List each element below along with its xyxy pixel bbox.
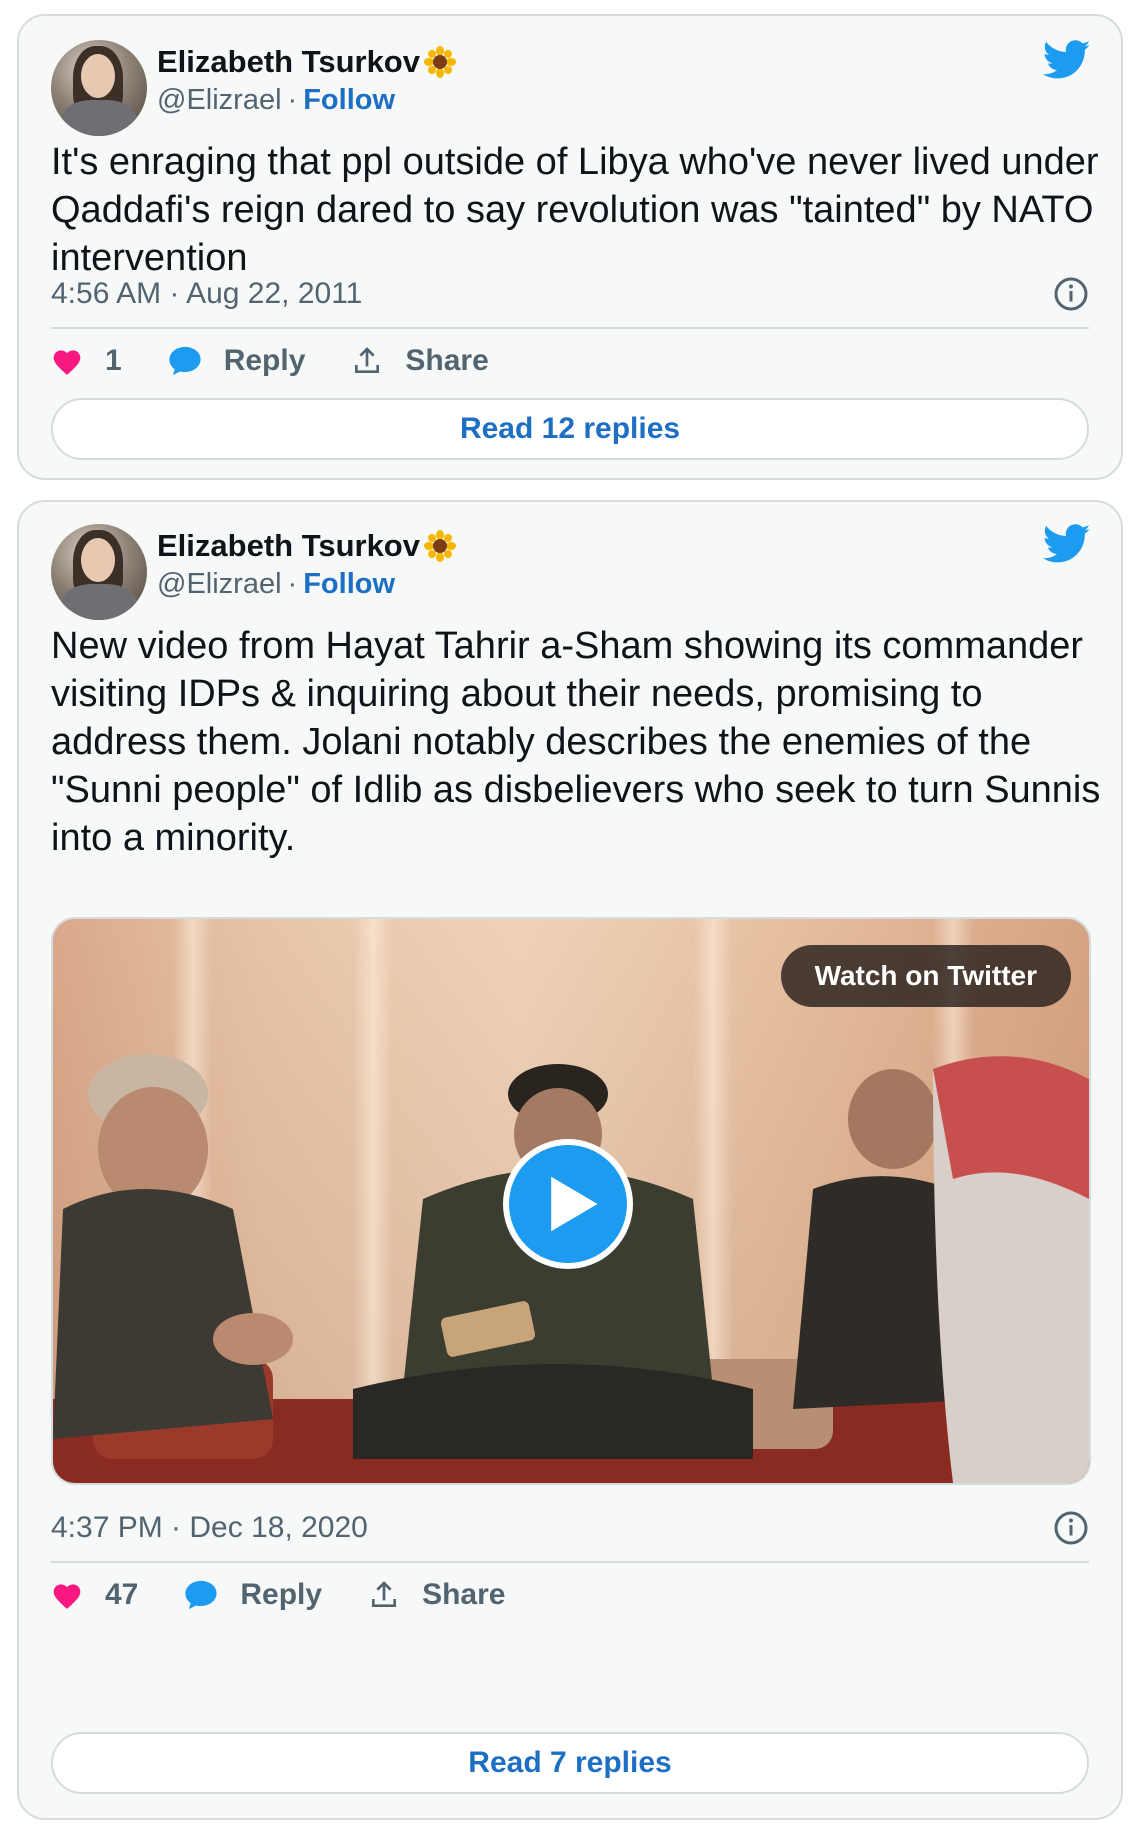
play-button[interactable]: [503, 1139, 633, 1269]
heart-icon: [53, 1584, 81, 1609]
reply-label: Reply: [240, 1578, 323, 1611]
tweet-card: Elizabeth Tsurkov @Elizrael · Follow New…: [17, 500, 1123, 1820]
handle-row: @Elizrael · Follow: [157, 84, 395, 117]
separator: ·: [287, 84, 298, 116]
avatar[interactable]: [51, 40, 147, 136]
timestamp[interactable]: 4:37 PM · Dec 18, 2020: [51, 1511, 368, 1545]
twitter-bird-icon[interactable]: [1043, 524, 1091, 564]
divider: [51, 1561, 1089, 1563]
read-replies-button[interactable]: Read 12 replies: [51, 398, 1089, 460]
sunflower-emoji: [424, 46, 456, 78]
action-bar: 1 Reply Share: [51, 344, 535, 378]
avatar[interactable]: [51, 524, 147, 620]
tweet-card: Elizabeth Tsurkov @Elizrael · Follow It'…: [17, 14, 1123, 480]
share-label: Share: [405, 344, 489, 377]
twitter-bird-icon[interactable]: [1043, 40, 1091, 80]
handle[interactable]: @Elizrael: [157, 84, 282, 117]
speech-bubble-icon: [185, 1580, 217, 1610]
share-button[interactable]: Share: [368, 1578, 505, 1612]
follow-link[interactable]: Follow: [303, 84, 395, 117]
tweet-text: New video from Hayat Tahrir a-Sham showi…: [51, 625, 1101, 859]
divider: [51, 327, 1089, 329]
author-name-row[interactable]: Elizabeth Tsurkov: [157, 44, 456, 80]
reply-label: Reply: [223, 344, 306, 377]
share-upload-icon: [355, 347, 380, 373]
video-player[interactable]: Watch on Twitter: [51, 917, 1091, 1485]
like-count: 1: [105, 344, 122, 377]
reply-button[interactable]: Reply: [184, 1578, 322, 1612]
follow-link[interactable]: Follow: [303, 568, 395, 601]
share-button[interactable]: Share: [351, 344, 489, 378]
author-name[interactable]: Elizabeth Tsurkov: [157, 44, 420, 80]
play-icon: [551, 1176, 598, 1232]
info-icon[interactable]: [1053, 1510, 1089, 1546]
share-upload-icon: [372, 1581, 397, 1607]
sunflower-emoji: [424, 530, 456, 562]
separator: ·: [287, 568, 298, 600]
handle[interactable]: @Elizrael: [157, 568, 282, 601]
author-name-row[interactable]: Elizabeth Tsurkov: [157, 528, 456, 564]
tweet-meta: 4:37 PM · Dec 18, 2020: [51, 1510, 1089, 1546]
like-count: 47: [105, 1578, 139, 1611]
timestamp[interactable]: 4:56 AM · Aug 22, 2011: [51, 277, 362, 311]
info-icon[interactable]: [1053, 276, 1089, 312]
action-bar: 47 Reply Share: [51, 1578, 551, 1612]
tweet-text: It's enraging that ppl outside of Libya …: [51, 141, 1099, 279]
watch-on-twitter-button[interactable]: Watch on Twitter: [780, 945, 1071, 1007]
like-button[interactable]: 1: [51, 344, 122, 378]
like-button[interactable]: 47: [51, 1578, 138, 1612]
heart-icon: [53, 350, 81, 375]
read-replies-button[interactable]: Read 7 replies: [51, 1732, 1089, 1794]
author-name[interactable]: Elizabeth Tsurkov: [157, 528, 420, 564]
tweet-meta: 4:56 AM · Aug 22, 2011: [51, 276, 1089, 312]
share-label: Share: [422, 1578, 506, 1611]
speech-bubble-icon: [169, 346, 201, 376]
handle-row: @Elizrael · Follow: [157, 568, 395, 601]
reply-button[interactable]: Reply: [168, 344, 306, 378]
